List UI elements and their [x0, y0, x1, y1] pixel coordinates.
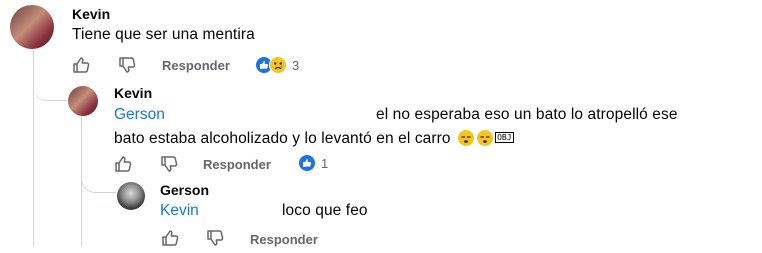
- reaction-count: 3: [292, 57, 300, 73]
- thumbs-down-icon: [161, 156, 178, 172]
- thumbs-down-icon: [119, 57, 136, 73]
- avatar[interactable]: [117, 182, 145, 210]
- comment-text-line2: bato estaba alcoholizado y lo levantó en…: [114, 130, 451, 147]
- comment-author[interactable]: Kevin: [114, 85, 152, 101]
- thumbs-up-icon: [73, 57, 90, 73]
- reaction-count: 1: [321, 155, 329, 171]
- reaction-summary[interactable]: 3: [256, 56, 299, 74]
- comment-text-line1: el no esperaba eso un bato lo atropelló …: [376, 106, 678, 123]
- thumbs-up-icon: [162, 230, 179, 246]
- thread-connector-2: [81, 170, 116, 193]
- comment-author[interactable]: Kevin: [72, 6, 110, 22]
- comment-text: Gerson el no esperaba eso un bato lo atr…: [114, 103, 714, 151]
- dislike-button[interactable]: [159, 154, 179, 174]
- like-icon: [299, 155, 315, 171]
- dislike-button[interactable]: [205, 228, 225, 248]
- like-button[interactable]: [71, 55, 91, 75]
- thumbs-down-icon: [207, 230, 224, 246]
- reaction-summary[interactable]: 1: [299, 155, 328, 171]
- like-button[interactable]: [160, 228, 180, 248]
- mention-link[interactable]: Gerson: [114, 106, 165, 123]
- sad-face-icon: [269, 56, 287, 74]
- reply-button[interactable]: Responder: [250, 232, 318, 247]
- reply-button[interactable]: Responder: [203, 157, 271, 172]
- mention-link[interactable]: Kevin: [160, 202, 199, 220]
- sleepy-face-icon: [477, 130, 494, 146]
- reply-button[interactable]: Responder: [162, 58, 230, 73]
- like-button[interactable]: [113, 154, 133, 174]
- comment-author[interactable]: Gerson: [160, 182, 209, 198]
- comment-text: loco que feo: [282, 202, 368, 219]
- avatar[interactable]: [10, 5, 54, 49]
- thread-connector-1: [33, 76, 67, 101]
- comment-text: Tiene que ser una mentira: [72, 26, 255, 43]
- sleepy-face-icon: [458, 130, 475, 146]
- object-replacement-symbol: OBJ: [495, 132, 514, 143]
- avatar[interactable]: [68, 86, 98, 116]
- dislike-button[interactable]: [117, 55, 137, 75]
- thumbs-up-icon: [115, 156, 132, 172]
